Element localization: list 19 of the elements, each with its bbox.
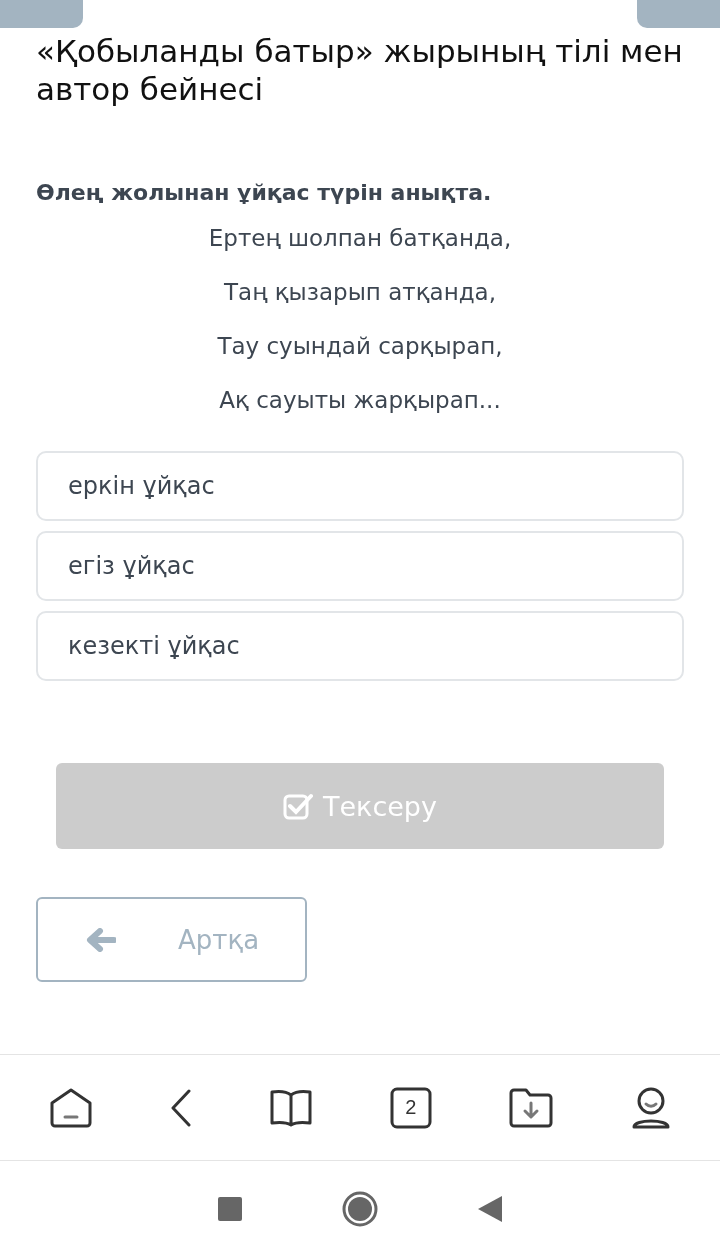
lesson-title: «Қобыланды батыр» жырының тілі мен автор бейнесі <box>36 32 684 108</box>
download-folder-icon[interactable] <box>509 1087 554 1128</box>
poem-line: Таң қызарып атқанда, <box>224 278 496 307</box>
back-icon[interactable] <box>170 1088 193 1127</box>
home-icon[interactable] <box>48 1086 93 1129</box>
arrow-left-icon <box>86 927 116 952</box>
poem-line: Ертең шолпан батқанда, <box>208 224 512 253</box>
question-text: Өлең жолынан ұйқас түрін анықта. <box>36 180 493 205</box>
back-icon[interactable] <box>478 1196 502 1222</box>
checkbox-icon <box>283 792 313 820</box>
tabs-button[interactable]: 2 <box>389 1086 432 1129</box>
home-icon[interactable] <box>342 1191 378 1227</box>
answer-option[interactable]: егіз ұйқас <box>36 531 684 601</box>
book-icon[interactable] <box>270 1088 313 1127</box>
answer-option[interactable]: кезекті ұйқас <box>36 611 684 681</box>
poem-line: Ақ сауыты жарқырап... <box>219 386 501 415</box>
poem-line: Тау суындай сарқырап, <box>217 332 503 361</box>
profile-icon[interactable] <box>631 1086 672 1129</box>
answer-option[interactable]: еркін ұйқас <box>36 451 684 521</box>
